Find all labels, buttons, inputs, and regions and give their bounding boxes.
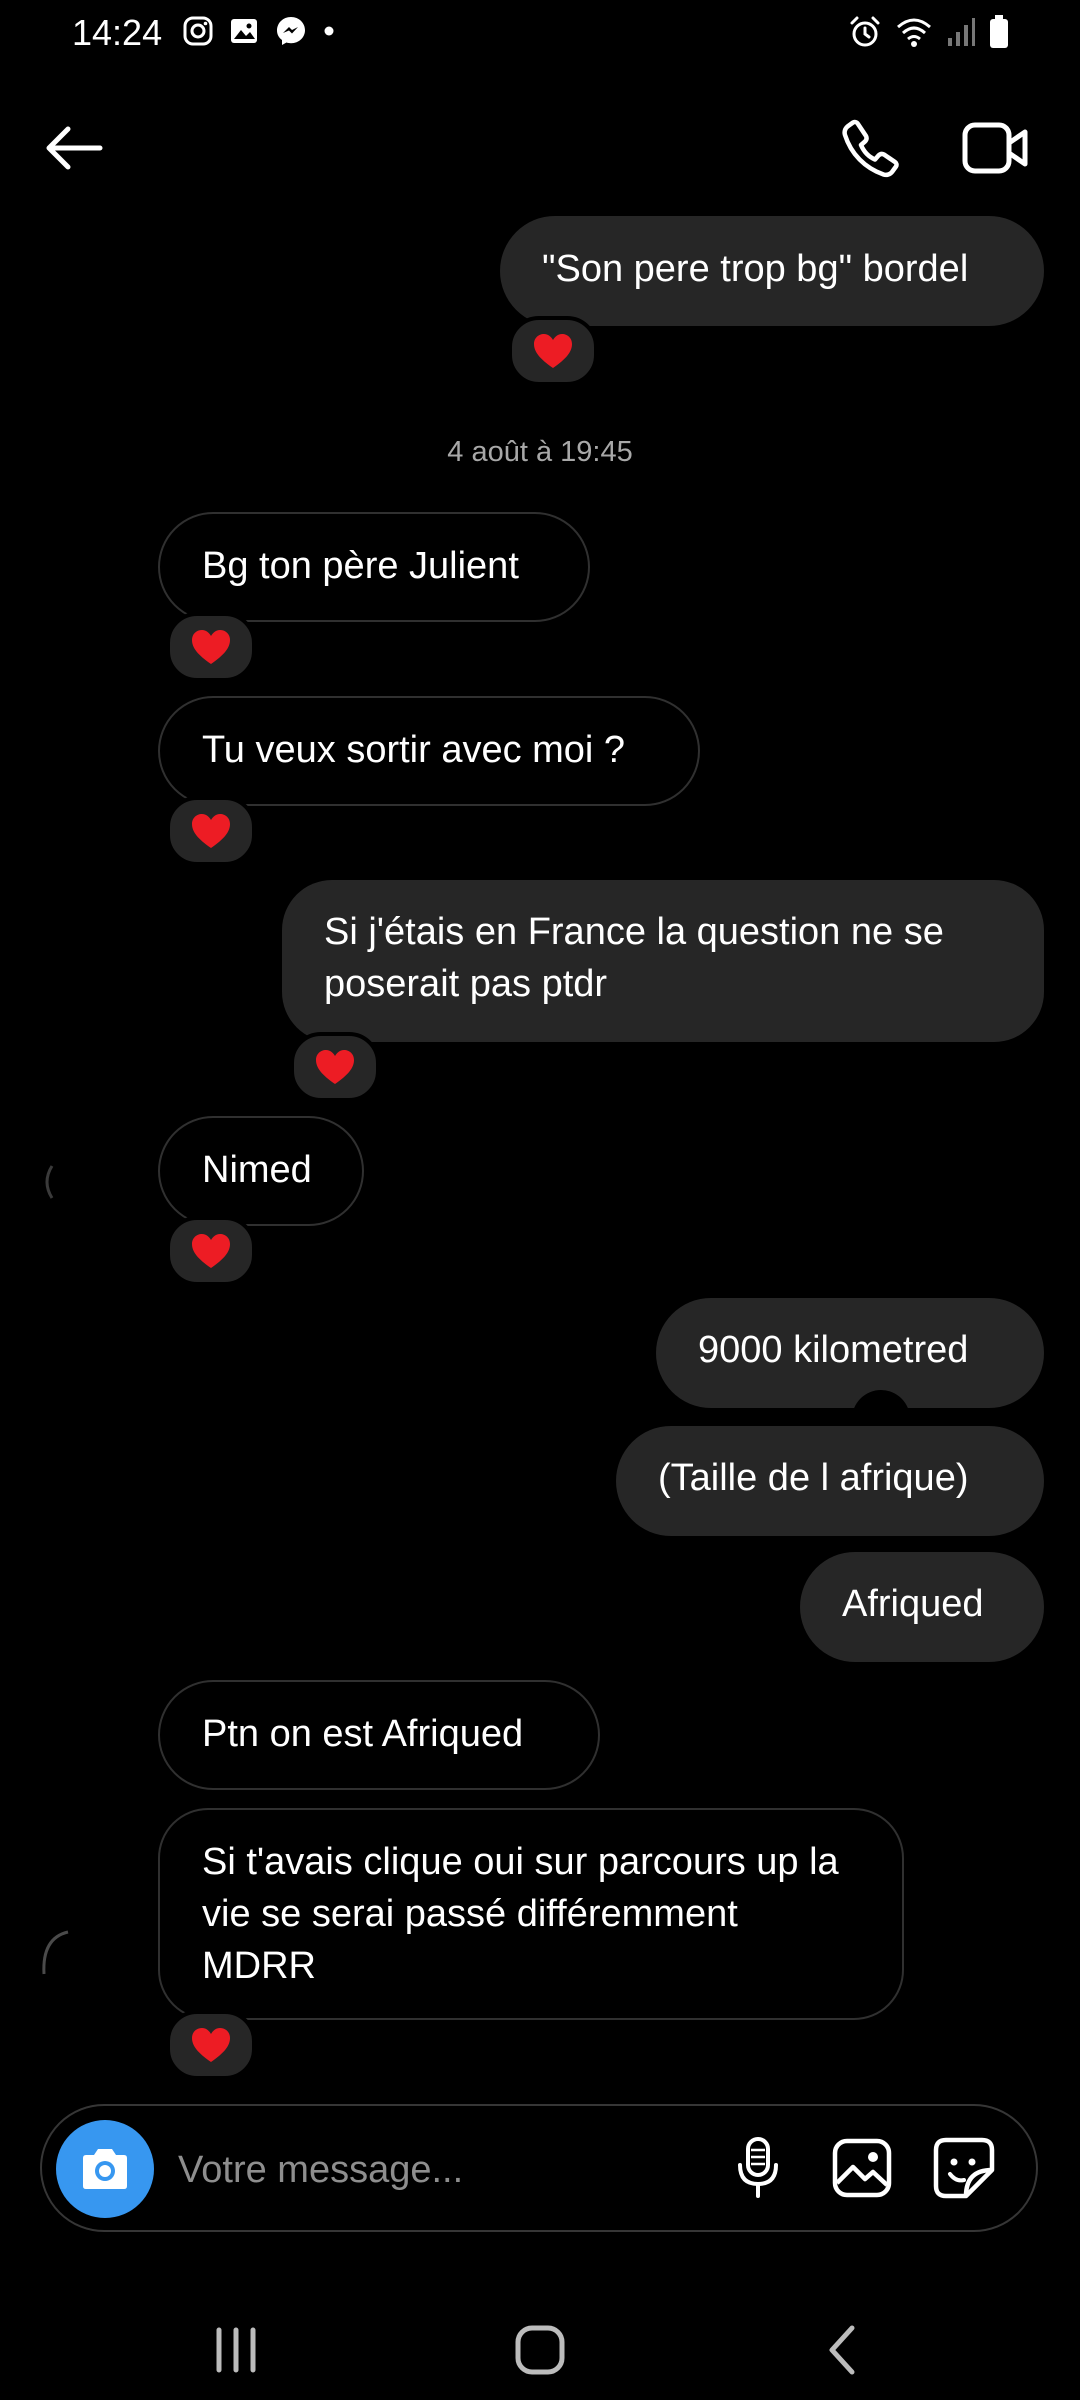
message-text: Ptn on est Afriqued (202, 1713, 524, 1755)
video-camera-icon (962, 122, 1028, 174)
message-bubble-received[interactable]: Bg ton père Julient (158, 512, 590, 622)
message-bubble-received[interactable]: Nimed (158, 1116, 364, 1226)
message-text: Si t'avais clique oui sur parcours up la… (202, 1841, 839, 1987)
heart-icon (192, 630, 230, 664)
arrow-left-icon (46, 126, 103, 170)
timestamp: 4 août à 19:45 (447, 436, 633, 468)
reaction-badge[interactable] (166, 612, 256, 682)
recents-button[interactable] (196, 2310, 276, 2390)
video-call-button[interactable] (956, 108, 1036, 188)
chat-header (0, 90, 1080, 200)
message-text: Nimed (202, 1149, 312, 1191)
heart-icon (192, 814, 230, 848)
reaction-badge[interactable] (166, 796, 256, 866)
message-text: Afriqued (842, 1583, 984, 1625)
message-bubble-sent[interactable]: Si j'étais en France la question ne se p… (282, 880, 1044, 1042)
status-bar: 14:24 (0, 0, 1080, 66)
reaction-badge[interactable] (290, 1032, 380, 1102)
avatar[interactable] (34, 1924, 74, 1984)
microphone-icon (738, 2137, 778, 2198)
gallery-button[interactable] (826, 2132, 898, 2204)
message-input[interactable] (176, 2134, 720, 2206)
back-button[interactable] (36, 110, 112, 186)
message-text: Si j'étais en France la question ne se p… (324, 911, 944, 1005)
heart-icon (192, 1234, 230, 1268)
heart-icon (316, 1050, 354, 1084)
status-icons-left (182, 14, 336, 53)
message-bubble-received[interactable]: Ptn on est Afriqued (158, 1680, 600, 1790)
heart-icon (534, 334, 572, 368)
reaction-badge[interactable] (166, 1216, 256, 1286)
camera-button[interactable] (56, 2120, 154, 2218)
message-bubble-sent[interactable]: (Taille de l afrique) (616, 1426, 1044, 1536)
home-button[interactable] (500, 2310, 580, 2390)
message-text: 9000 kilometred (698, 1329, 969, 1371)
status-icons-right (848, 14, 1010, 55)
recents-icon (216, 2327, 256, 2373)
message-bubble-sent[interactable]: 9000 kilometred (656, 1298, 1044, 1408)
message-text: Tu veux sortir avec moi ? (202, 729, 626, 771)
system-nav-bar (0, 2280, 1080, 2400)
message-text: "Son pere trop bg" bordel (542, 248, 969, 290)
microphone-button[interactable] (722, 2132, 794, 2204)
alarm-icon (848, 15, 882, 54)
sticker-button[interactable] (928, 2132, 1000, 2204)
message-composer (40, 2104, 1038, 2232)
wifi-icon (894, 15, 934, 54)
gallery-icon (228, 15, 260, 52)
sticker-icon (933, 2137, 995, 2199)
status-time: 14:24 (72, 12, 163, 53)
message-text: Bg ton père Julient (202, 545, 519, 587)
avatar[interactable] (34, 1152, 74, 1212)
camera-icon (83, 2149, 127, 2189)
home-icon (515, 2325, 565, 2375)
message-bubble-received[interactable]: Tu veux sortir avec moi ? (158, 696, 700, 806)
battery-icon (988, 14, 1010, 55)
instagram-icon (182, 15, 214, 52)
heart-icon (192, 2028, 230, 2062)
image-icon (832, 2138, 892, 2198)
message-text: (Taille de l afrique) (658, 1457, 969, 1499)
message-bubble-sent[interactable]: Afriqued (800, 1552, 1044, 1662)
reaction-badge[interactable] (166, 2010, 256, 2080)
reaction-badge[interactable] (508, 316, 598, 386)
nav-back-icon (829, 2325, 855, 2375)
messenger-icon (274, 14, 308, 53)
call-button[interactable] (830, 108, 910, 188)
message-bubble-sent[interactable]: "Son pere trop bg" bordel (500, 216, 1044, 326)
phone-icon (842, 119, 899, 178)
signal-icon (946, 16, 976, 53)
nav-back-button[interactable] (802, 2310, 882, 2390)
message-bubble-received[interactable]: Si t'avais clique oui sur parcours up la… (158, 1808, 904, 2020)
dot-icon (322, 24, 336, 43)
